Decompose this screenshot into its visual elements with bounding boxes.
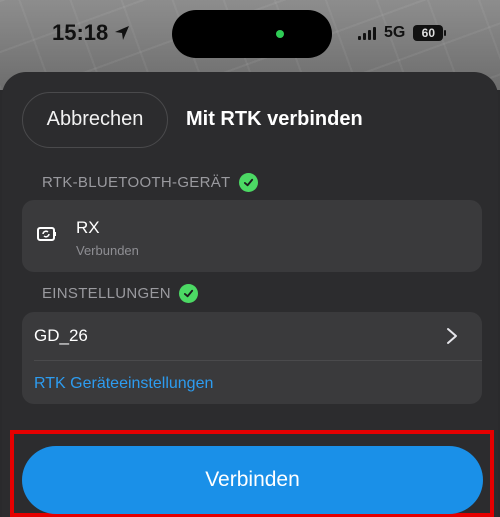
settings-section-label: EINSTELLUNGEN <box>42 285 171 302</box>
checkmark-icon <box>238 173 258 192</box>
status-bar: 15:18 5G 60 <box>0 0 500 70</box>
chevron-right-icon <box>447 328 457 344</box>
battery-sync-icon <box>37 227 56 241</box>
bluetooth-section-header: RTK-BLUETOOTH-GERÄT <box>42 173 258 192</box>
status-indicators: 5G 60 <box>358 24 447 42</box>
camera-indicator-dot <box>276 30 284 38</box>
battery-level: 60 <box>421 26 436 40</box>
screen: 15:18 5G 60 Abbrechen Mit RTK verbinden <box>0 0 500 517</box>
device-name: RX <box>76 218 100 237</box>
divider <box>34 360 482 361</box>
bluetooth-section-label: RTK-BLUETOOTH-GERÄT <box>42 174 231 191</box>
status-time: 15:18 <box>52 20 130 46</box>
location-arrow-icon <box>115 26 130 40</box>
settings-item-name: GD_26 <box>34 326 88 345</box>
battery-icon: 60 <box>413 25 447 41</box>
signal-icon <box>358 26 376 40</box>
settings-item-row[interactable]: GD_26 <box>22 312 482 360</box>
cancel-button[interactable]: Abbrechen <box>22 92 168 148</box>
network-label: 5G <box>384 24 406 41</box>
device-status: Verbunden <box>76 243 139 258</box>
checkmark-icon <box>178 284 198 303</box>
connect-button[interactable]: Verbinden <box>22 446 483 514</box>
settings-card: GD_26 RTK Geräteeinstellungen <box>22 312 482 404</box>
dynamic-island <box>172 10 332 58</box>
settings-section-header: EINSTELLUNGEN <box>42 284 198 303</box>
sheet-title: Mit RTK verbinden <box>186 108 363 130</box>
time-label: 15:18 <box>52 20 109 45</box>
rtk-device-settings-link[interactable]: RTK Geräteeinstellungen <box>34 375 213 393</box>
bluetooth-device-card[interactable]: RX Verbunden <box>22 200 482 272</box>
